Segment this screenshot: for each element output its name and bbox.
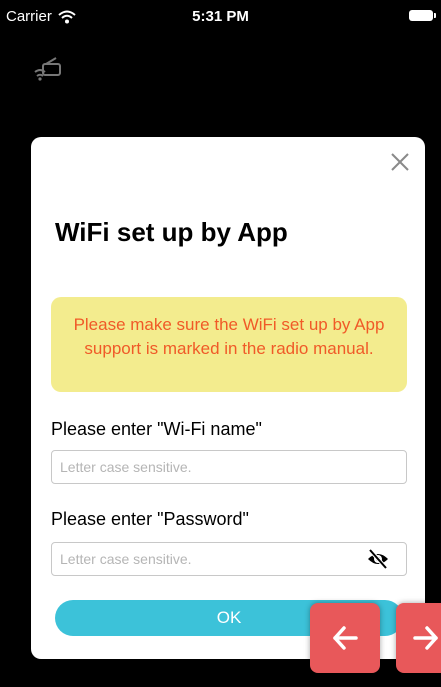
notice-banner: Please make sure the WiFi set up by App …: [51, 297, 407, 392]
dialog-title: WiFi set up by App: [55, 217, 288, 247]
password-label: Please enter "Password": [51, 509, 249, 529]
wifi-setup-dialog: WiFi set up by App Please make sure the …: [31, 137, 425, 659]
radio-wifi-icon[interactable]: [34, 56, 62, 84]
password-input[interactable]: [51, 542, 407, 576]
status-time: 5:31 PM: [192, 8, 249, 25]
wifi-name-label: Please enter "Wi-Fi name": [51, 419, 262, 439]
status-bar: Carrier 5:31 PM: [0, 0, 441, 38]
eye-slash-icon[interactable]: [366, 548, 390, 570]
arrow-left-icon: [333, 626, 358, 650]
arrow-right-icon: [413, 626, 438, 650]
previous-button[interactable]: [310, 603, 380, 673]
close-icon[interactable]: [391, 153, 409, 171]
wifi-name-input[interactable]: [51, 450, 407, 484]
battery-icon: [409, 10, 436, 21]
next-button[interactable]: [396, 603, 441, 673]
